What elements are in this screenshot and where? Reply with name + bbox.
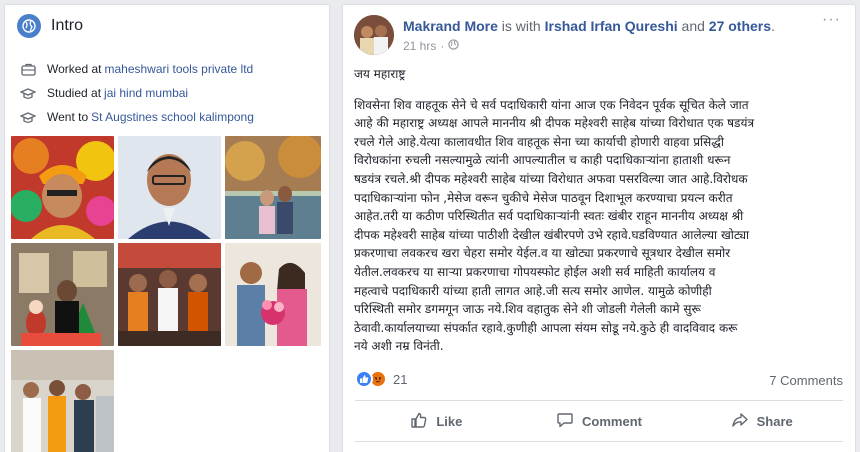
tagged-person-link[interactable]: Irshad Irfan Qureshi [545,18,678,34]
intro-item-college: Studied at jai hind mumbai [19,81,329,105]
post-greeting: जय महाराष्ट्र [354,67,406,81]
post-header: Makrand More is with Irshad Irfan Quresh… [343,5,855,61]
author-name-link[interactable]: Makrand More [403,18,498,34]
like-label: Like [436,413,463,429]
college-link[interactable]: jai hind mumbai [104,86,188,100]
audience-globe-icon[interactable] [448,39,460,53]
comment-bubble-icon [556,411,582,432]
intro-list: Worked at maheshwari tools private ltd S… [5,47,329,129]
like-button[interactable]: Like [355,405,518,437]
globe-icon [17,14,41,38]
with-text: is with [497,18,545,34]
comments-divider [355,441,843,442]
graduation-cap-icon [19,85,37,101]
share-arrow-icon [731,411,757,432]
action-divider [355,400,843,401]
photo-thumbnail[interactable] [118,243,221,346]
more-options-icon[interactable]: ··· [822,11,841,29]
post-author-line: Makrand More is with Irshad Irfan Quresh… [403,18,775,34]
period-text: . [771,18,775,34]
post-paragraph: शिवसेना शिव वाहतूक सेने चे सर्व पदाधिकार… [354,97,755,354]
photo-thumbnail[interactable] [118,136,221,239]
author-avatar[interactable] [354,15,394,55]
post-text: जय महाराष्ट्र शिवसेना शिव वाहतूक सेने चे… [354,65,850,356]
comments-count-link[interactable]: 7 Comments [769,373,843,388]
post-card: Makrand More is with Irshad Irfan Quresh… [342,4,856,452]
share-button[interactable]: Share [680,405,843,437]
post-actions: Like Comment Share [355,405,843,437]
intro-item-prefix: Went to [47,110,89,124]
intro-title: Intro [51,17,84,34]
workplace-link[interactable]: maheshwari tools private ltd [104,62,253,76]
briefcase-icon [19,61,37,77]
photo-thumbnail[interactable] [11,350,114,452]
intro-item-prefix: Worked at [47,62,102,76]
photo-thumbnail[interactable] [225,243,321,346]
school-link[interactable]: St Augstines school kalimpong [91,110,254,124]
intro-item-prefix: Studied at [47,86,102,100]
intro-item-school: Went to St Augstines school kalimpong [19,105,329,129]
photo-thumbnail[interactable] [11,243,114,346]
photo-thumbnail[interactable] [225,136,321,239]
reactions-summary[interactable]: 21 [355,370,407,388]
reaction-count: 21 [393,371,408,387]
intro-header: Intro [5,5,329,47]
comment-label: Comment [582,413,642,429]
post-meta: 21 hrs · [403,39,460,53]
and-text: and [677,18,709,34]
photo-thumbnail[interactable] [11,136,114,239]
post-timestamp[interactable]: 21 hrs [403,39,436,53]
tagged-others-link[interactable]: 27 others [709,18,771,34]
graduation-cap-icon [19,109,37,125]
intro-item-work: Worked at maheshwari tools private ltd [19,57,329,81]
separator-dot: · [440,39,445,53]
like-reaction-icon [355,370,373,388]
thumbs-up-icon [410,411,436,432]
comment-button[interactable]: Comment [518,405,681,437]
share-label: Share [756,413,793,429]
intro-card: Intro Worked at maheshwari tools private… [4,4,330,452]
